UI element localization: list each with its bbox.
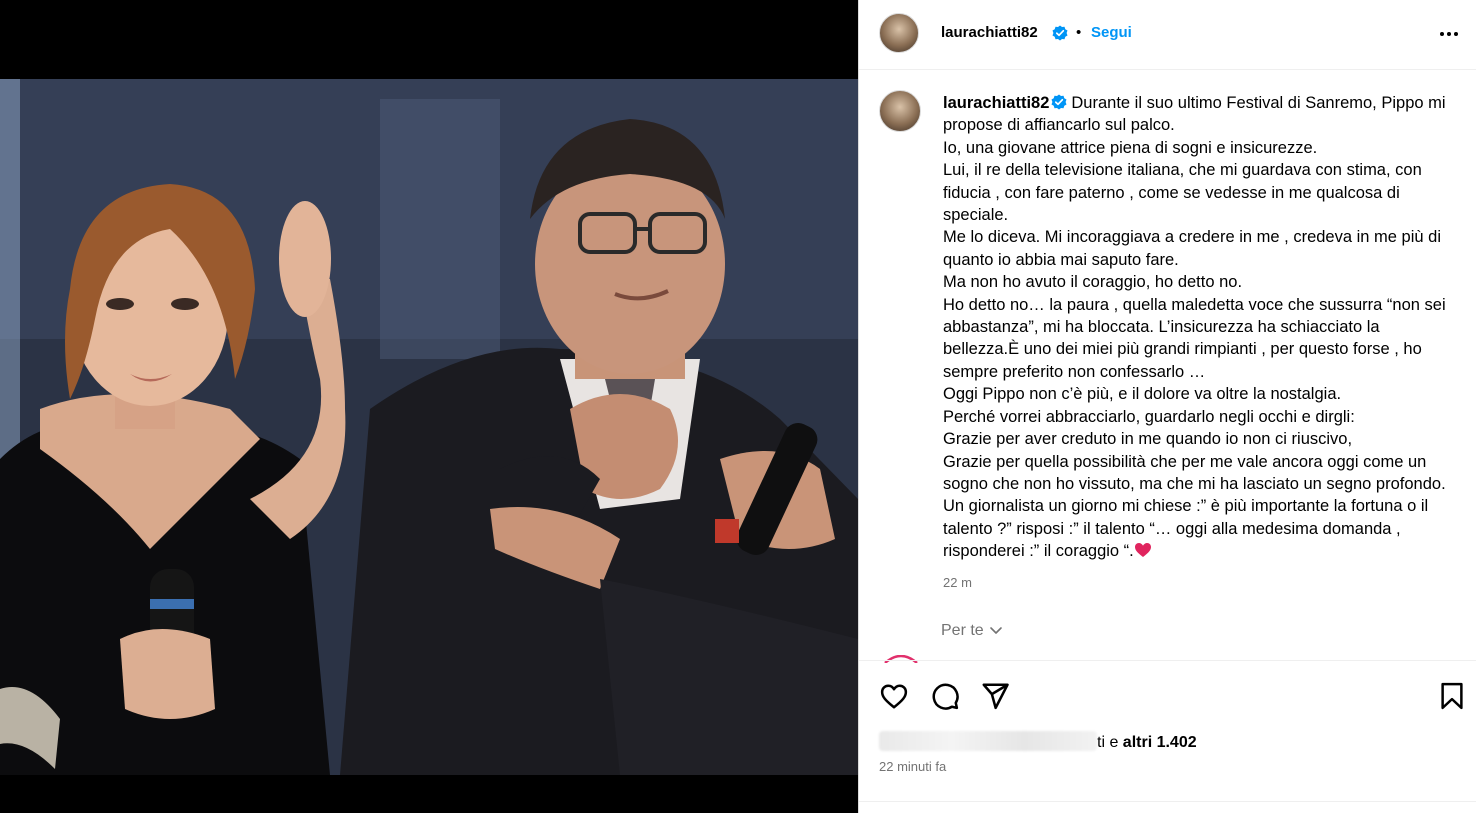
follow-button[interactable]: Segui bbox=[1091, 24, 1132, 41]
caption-line: Grazie per aver creduto in me quando io … bbox=[943, 430, 1353, 449]
caption-author-username[interactable]: laurachiatti82 bbox=[943, 94, 1049, 112]
heart-icon[interactable] bbox=[879, 681, 909, 711]
divider bbox=[859, 801, 1476, 802]
caption-line: Io, una giovane attrice piena di sogni e… bbox=[943, 138, 1318, 157]
author-avatar[interactable] bbox=[879, 13, 919, 53]
caption-line: Ho detto no… la paura , quella maledetta… bbox=[943, 295, 1451, 381]
caption-line: Lui, il re della televisione italiana, c… bbox=[943, 161, 1427, 225]
share-icon[interactable] bbox=[980, 681, 1010, 711]
more-options-icon[interactable] bbox=[1437, 22, 1461, 46]
verified-badge-icon bbox=[1051, 94, 1067, 110]
post-actions: ti e altri 1.402 22 minuti fa bbox=[859, 660, 1476, 813]
likes-connector: e bbox=[1105, 734, 1123, 751]
caption-line: Oggi Pippo non c’è più, e il dolore va o… bbox=[943, 385, 1342, 404]
header-separator: • bbox=[1076, 24, 1082, 41]
posted-time[interactable]: 22 minuti fa bbox=[879, 759, 946, 774]
caption-line: Ma non ho avuto il coraggio, ho detto no… bbox=[943, 273, 1243, 292]
caption-line: Perché vorrei abbracciarlo, guardarlo ne… bbox=[943, 407, 1355, 426]
post-photo[interactable] bbox=[0, 79, 858, 775]
caption-area: laurachiatti82 Durante il suo ultimo Fest… bbox=[859, 70, 1476, 663]
post-header: laurachiatti82 • Segui bbox=[859, 0, 1476, 70]
for-you-label: Per te bbox=[941, 622, 984, 639]
post-caption: laurachiatti82 Durante il suo ultimo Fest… bbox=[943, 92, 1453, 563]
media-panel bbox=[0, 0, 858, 813]
red-heart-emoji-icon bbox=[1134, 543, 1151, 558]
verified-badge-icon bbox=[1052, 25, 1068, 41]
caption-line: Grazie per quella possibilità che per me… bbox=[943, 452, 1451, 561]
author-username[interactable]: laurachiatti82 bbox=[941, 24, 1038, 41]
post-side-panel: laurachiatti82 • Segui laurachiatti82 Dur… bbox=[858, 0, 1476, 813]
caption-author-avatar[interactable] bbox=[879, 90, 921, 132]
likes-summary[interactable]: ti e altri 1.402 bbox=[879, 731, 1197, 752]
likes-partial-name: ti bbox=[1097, 734, 1105, 751]
bookmark-icon[interactable] bbox=[1437, 681, 1467, 711]
for-you-dropdown[interactable]: Per te bbox=[941, 622, 1004, 640]
post-photo-illustration bbox=[0, 79, 858, 775]
comment-icon[interactable] bbox=[930, 681, 960, 711]
caption-timestamp[interactable]: 22 m bbox=[943, 575, 972, 590]
chevron-down-icon bbox=[989, 627, 1002, 634]
liker-avatars-blurred bbox=[879, 731, 1097, 751]
caption-line: Me lo diceva. Mi incoraggiava a credere … bbox=[943, 228, 1446, 269]
likes-others[interactable]: altri 1.402 bbox=[1123, 734, 1197, 751]
